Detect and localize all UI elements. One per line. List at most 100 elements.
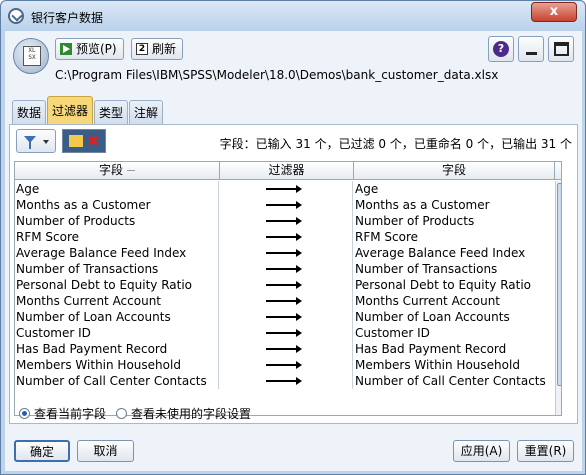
pass-through-arrow-icon[interactable] xyxy=(266,313,302,321)
dialog-content: XL SX 预览(P) 2 刷新 ? C:\Program Files\IBM\S… xyxy=(5,31,582,471)
table-row[interactable]: Personal Debt to Equity Ratio Personal De… xyxy=(15,277,561,293)
output-field-cell[interactable]: Age xyxy=(354,181,554,197)
header-input-field[interactable]: 字段 xyxy=(15,162,220,180)
filter-toggle-cell[interactable] xyxy=(220,341,353,357)
preview-button[interactable]: 预览(P) xyxy=(55,38,124,60)
filter-toggle-cell[interactable] xyxy=(220,277,353,293)
filter-options-button[interactable] xyxy=(16,129,56,153)
input-field-cell[interactable]: Number of Products xyxy=(15,213,219,229)
output-field-cell[interactable]: Number of Transactions xyxy=(354,261,554,277)
filter-toggle-cell[interactable] xyxy=(220,373,353,389)
output-field-cell[interactable]: RFM Score xyxy=(354,229,554,245)
refresh-label: 刷新 xyxy=(152,42,177,56)
output-field-cell[interactable]: Months as a Customer xyxy=(354,197,554,213)
filter-toggle-cell[interactable] xyxy=(220,293,353,309)
input-field-cell[interactable]: Customer ID xyxy=(15,325,219,341)
title-bar[interactable]: 银行客户数据 x xyxy=(1,1,585,31)
input-field-cell[interactable]: Number of Loan Accounts xyxy=(15,309,219,325)
table-row[interactable]: Age Age xyxy=(15,181,561,197)
refresh-button[interactable]: 2 刷新 xyxy=(131,38,184,60)
table-body: Age Age Months as a Customer Months as a Cu… xyxy=(15,181,561,389)
input-field-cell[interactable]: Members Within Household xyxy=(15,357,219,373)
table-row[interactable]: Members Within Household Members Within H… xyxy=(15,357,561,373)
pass-through-arrow-icon[interactable] xyxy=(266,345,302,353)
filter-toggle-cell[interactable] xyxy=(220,245,353,261)
pass-through-arrow-icon[interactable] xyxy=(266,201,302,209)
output-field-cell[interactable]: Number of Loan Accounts xyxy=(354,309,554,325)
pass-through-arrow-icon[interactable] xyxy=(266,377,302,385)
radio-unused-fields[interactable]: 查看未使用的字段设置 xyxy=(116,405,251,422)
pass-through-arrow-icon[interactable] xyxy=(266,249,302,257)
table-row[interactable]: Has Bad Payment Record Has Bad Payment Re… xyxy=(15,341,561,357)
table-row[interactable]: RFM Score RFM Score xyxy=(15,229,561,245)
output-field-cell[interactable]: Average Balance Feed Index xyxy=(354,245,554,261)
file-path: C:\Program Files\IBM\SPSS\Modeler\18.0\D… xyxy=(55,68,499,82)
vertical-scrollbar[interactable] xyxy=(555,181,561,415)
input-field-cell[interactable]: Has Bad Payment Record xyxy=(15,341,219,357)
input-field-cell[interactable]: RFM Score xyxy=(15,229,219,245)
pass-through-arrow-icon[interactable] xyxy=(266,233,302,241)
filter-toggle-cell[interactable] xyxy=(220,309,353,325)
input-field-cell[interactable]: Number of Transactions xyxy=(15,261,219,277)
refresh-icon: 2 xyxy=(136,43,148,55)
input-field-cell[interactable]: Average Balance Feed Index xyxy=(15,245,219,261)
output-field-cell[interactable]: Months Current Account xyxy=(354,293,554,309)
filter-toggle-cell[interactable] xyxy=(220,197,353,213)
help-button[interactable]: ? xyxy=(488,36,514,62)
filter-toggle-cell[interactable] xyxy=(220,181,353,197)
preview-label: 预览(P) xyxy=(76,42,117,56)
table-row[interactable]: Number of Products Number of Products xyxy=(15,213,561,229)
tab-data[interactable]: 数据 xyxy=(12,100,46,124)
cancel-button[interactable]: 取消 xyxy=(77,440,134,462)
table-row[interactable]: Average Balance Feed Index Average Balanc… xyxy=(15,245,561,261)
minimize-button[interactable] xyxy=(518,36,544,62)
table-row[interactable]: Customer ID Customer ID xyxy=(15,325,561,341)
ok-button[interactable]: 确定 xyxy=(14,440,70,462)
pass-through-arrow-icon[interactable] xyxy=(266,361,302,369)
pass-through-arrow-icon[interactable] xyxy=(266,217,302,225)
radio-selected-icon xyxy=(19,408,30,419)
table-row[interactable]: Months Current Account Months Current Acc… xyxy=(15,293,561,309)
radio-current-fields[interactable]: 查看当前字段 xyxy=(19,405,106,422)
maximize-button[interactable] xyxy=(548,36,574,62)
output-field-cell[interactable]: Has Bad Payment Record xyxy=(354,341,554,357)
input-field-cell[interactable]: Months as a Customer xyxy=(15,197,219,213)
table-row[interactable]: Number of Call Center Contacts Number of … xyxy=(15,373,561,389)
pass-through-arrow-icon[interactable] xyxy=(266,297,302,305)
header-filter[interactable]: 过滤器 xyxy=(220,162,354,180)
table-row[interactable]: Number of Transactions Number of Transact… xyxy=(15,261,561,277)
apply-button[interactable]: 应用(A) xyxy=(453,440,510,462)
filter-toggle-cell[interactable] xyxy=(220,213,353,229)
radio-current-label: 查看当前字段 xyxy=(34,407,107,421)
pass-through-arrow-icon[interactable] xyxy=(266,281,302,289)
reset-button[interactable]: 重置(R) xyxy=(517,440,574,462)
close-button[interactable]: x xyxy=(531,2,577,22)
pass-through-arrow-icon[interactable] xyxy=(266,265,302,273)
tab-annotation[interactable]: 注解 xyxy=(129,100,163,124)
filter-toggle-cell[interactable] xyxy=(220,325,353,341)
filter-toggle-cell[interactable] xyxy=(220,229,353,245)
scrollbar-thumb[interactable] xyxy=(557,183,561,386)
input-field-cell[interactable]: Months Current Account xyxy=(15,293,219,309)
output-field-cell[interactable]: Personal Debt to Equity Ratio xyxy=(354,277,554,293)
input-field-cell[interactable]: Age xyxy=(15,181,219,197)
output-field-cell[interactable]: Customer ID xyxy=(354,325,554,341)
tab-filter[interactable]: 过滤器 xyxy=(47,96,93,124)
header-output-field[interactable]: 字段 xyxy=(354,162,555,180)
view-options: 查看当前字段 查看未使用的字段设置 xyxy=(19,405,251,422)
table-row[interactable]: Months as a Customer Months as a Customer xyxy=(15,197,561,213)
filter-toggle-cell[interactable] xyxy=(220,261,353,277)
output-field-cell[interactable]: Number of Call Center Contacts xyxy=(354,373,554,389)
tab-type[interactable]: 类型 xyxy=(94,100,128,124)
pass-through-arrow-icon[interactable] xyxy=(266,329,302,337)
pass-through-arrow-icon[interactable] xyxy=(266,185,302,193)
input-field-cell[interactable]: Personal Debt to Equity Ratio xyxy=(15,277,219,293)
window-title: 银行客户数据 xyxy=(31,11,104,25)
input-field-cell[interactable]: Number of Call Center Contacts xyxy=(15,373,219,389)
output-field-cell[interactable]: Number of Products xyxy=(354,213,554,229)
clear-filter-button[interactable]: ✖ xyxy=(62,129,106,153)
filter-toggle-cell[interactable] xyxy=(220,357,353,373)
field-table: 字段 过滤器 字段 Age Age Months as a Customer Mont… xyxy=(14,161,562,416)
table-row[interactable]: Number of Loan Accounts Number of Loan Ac… xyxy=(15,309,561,325)
output-field-cell[interactable]: Members Within Household xyxy=(354,357,554,373)
